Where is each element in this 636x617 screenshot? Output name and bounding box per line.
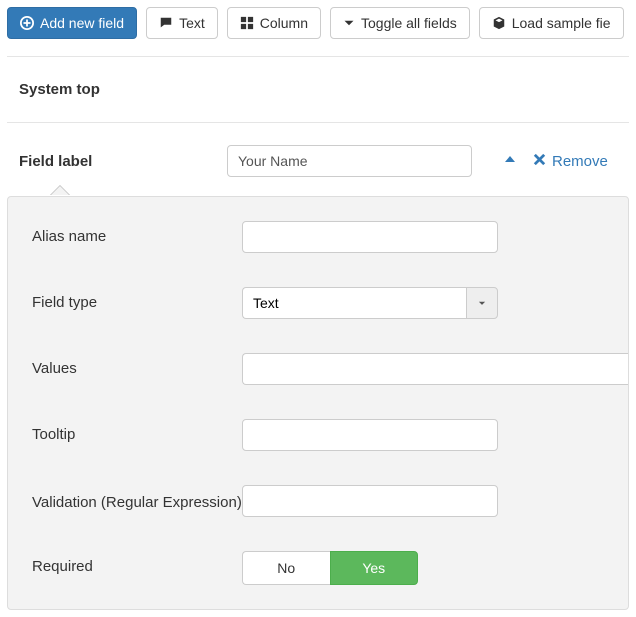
add-new-field-label: Add new field xyxy=(40,15,124,31)
field-label-row: Field label Remove xyxy=(0,123,636,177)
load-sample-label: Load sample fie xyxy=(512,15,611,31)
field-type-dropdown-toggle[interactable] xyxy=(466,287,498,319)
column-label: Column xyxy=(260,15,308,31)
alias-name-label: Alias name xyxy=(32,221,242,245)
panel-arrow-icon xyxy=(50,185,70,195)
load-sample-button[interactable]: Load sample fie xyxy=(479,7,624,39)
field-type-dropdown[interactable] xyxy=(242,287,498,319)
alias-name-row: Alias name xyxy=(32,221,628,253)
validation-label: Validation (Regular Expression) xyxy=(32,485,242,515)
panel-arrow-container xyxy=(0,177,636,196)
config-panel: Alias name Field type Values Tooltip Val… xyxy=(7,196,629,610)
tooltip-row: Tooltip xyxy=(32,419,628,451)
toggle-all-label: Toggle all fields xyxy=(361,15,457,31)
required-no-button[interactable]: No xyxy=(242,551,330,585)
toolbar: Add new field Text Column Toggle all fie… xyxy=(0,0,636,46)
required-row: Required No Yes xyxy=(32,551,628,585)
field-type-row: Field type xyxy=(32,287,628,319)
toggle-all-fields-button[interactable]: Toggle all fields xyxy=(330,7,470,39)
values-row: Values xyxy=(32,353,628,385)
field-type-label: Field type xyxy=(32,287,242,311)
values-label: Values xyxy=(32,353,242,377)
chevron-up-icon xyxy=(502,151,518,171)
tooltip-input[interactable] xyxy=(242,419,498,451)
required-toggle: No Yes xyxy=(242,551,418,585)
tooltip-label: Tooltip xyxy=(32,419,242,443)
alias-name-input[interactable] xyxy=(242,221,498,253)
remove-label: Remove xyxy=(552,153,608,170)
field-actions: Remove xyxy=(502,151,608,171)
column-button[interactable]: Column xyxy=(227,7,321,39)
collapse-button[interactable] xyxy=(502,151,518,171)
validation-input[interactable] xyxy=(242,485,498,517)
grid-icon xyxy=(240,16,254,30)
comment-icon xyxy=(159,16,173,30)
text-label: Text xyxy=(179,15,205,31)
chevron-down-icon xyxy=(343,17,355,29)
plus-circle-icon xyxy=(20,16,34,30)
section-title: System top xyxy=(0,57,636,122)
required-label: Required xyxy=(32,551,242,575)
remove-button[interactable]: Remove xyxy=(532,152,608,171)
caret-down-icon xyxy=(477,295,487,311)
validation-row: Validation (Regular Expression) xyxy=(32,485,628,517)
field-type-input[interactable] xyxy=(242,287,466,319)
add-new-field-button[interactable]: Add new field xyxy=(7,7,137,39)
required-yes-button[interactable]: Yes xyxy=(330,551,419,585)
cube-icon xyxy=(492,16,506,30)
values-input[interactable] xyxy=(242,353,628,385)
close-icon xyxy=(532,152,547,171)
field-label-title: Field label xyxy=(19,153,215,170)
field-label-input[interactable] xyxy=(227,145,472,177)
text-button[interactable]: Text xyxy=(146,7,218,39)
